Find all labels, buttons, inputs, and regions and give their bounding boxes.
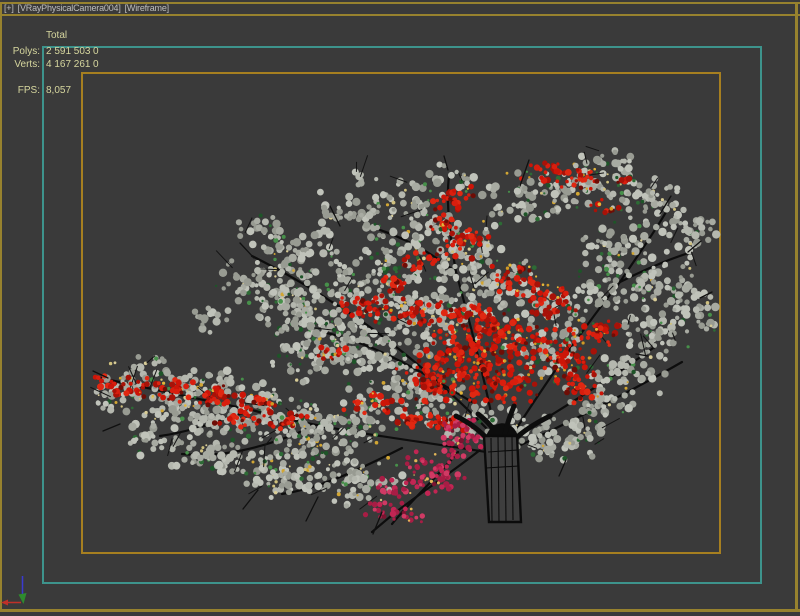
viewport-pov-menu[interactable]: [VRayPhysicalCamera004] [18, 3, 121, 13]
stats-fps-value: 8,057 [46, 85, 71, 96]
stats-fps-label: FPS: [0, 85, 40, 96]
stats-polys-selected: 0 [93, 46, 99, 57]
stats-header: Total [46, 30, 67, 41]
viewport[interactable]: [+] [VRayPhysicalCamera004] [Wireframe] … [0, 0, 800, 616]
stats-polys-label: Polys: [0, 46, 40, 57]
viewport-label: [+] [VRayPhysicalCamera004] [Wireframe] [4, 3, 169, 13]
axis-x-arrow [1, 600, 8, 606]
stats-verts-value: 4 167 261 [46, 59, 91, 70]
world-axis-gizmo [0, 558, 44, 614]
viewport-general-menu[interactable]: [+] [4, 3, 14, 13]
viewport-shading-menu[interactable]: [Wireframe] [125, 3, 169, 13]
stats-verts-label: Verts: [0, 59, 40, 70]
tree-wireframe-render[interactable] [0, 0, 800, 616]
stats-polys-value: 2 591 503 [46, 46, 91, 57]
stats-verts-selected: 0 [93, 59, 99, 70]
